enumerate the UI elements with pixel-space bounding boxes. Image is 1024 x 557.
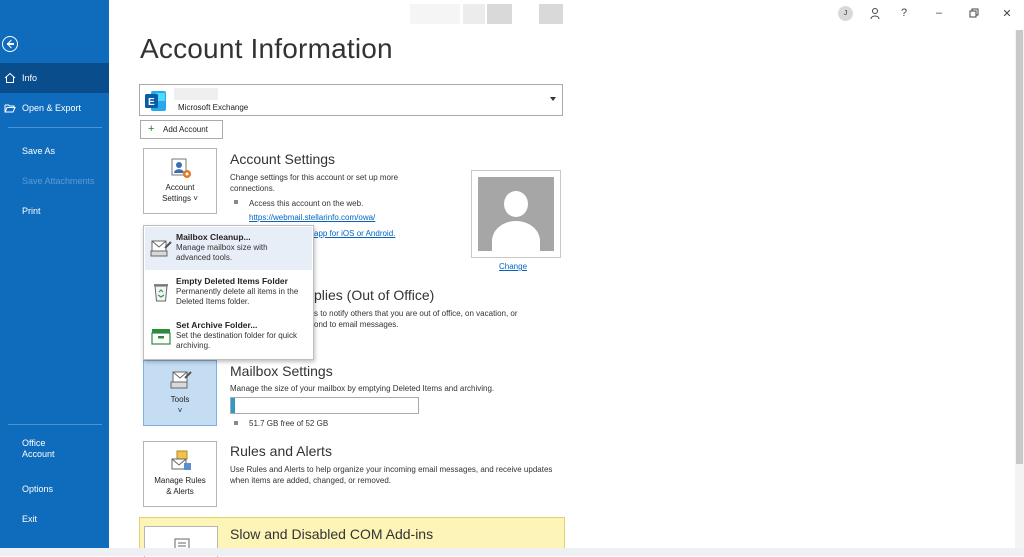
mailbox-quota-bar	[230, 397, 419, 414]
account-settings-label: Account Settings ˅	[162, 183, 198, 203]
plus-icon: +	[148, 123, 155, 135]
com-addins-heading: Slow and Disabled COM Add-ins	[230, 526, 434, 542]
redacted-title	[487, 4, 512, 24]
archive-folder-icon	[151, 329, 171, 345]
nav-save-attachments: Save Attachments	[0, 166, 109, 196]
nav-exit[interactable]: Exit	[0, 504, 109, 534]
mailbox-settings-heading: Mailbox Settings	[230, 363, 333, 379]
owa-link[interactable]: https://webmail.stellarinfo.com/owa/	[249, 212, 375, 223]
menu-item-set-archive[interactable]: Set Archive Folder... Set the destinatio…	[145, 315, 312, 358]
auto-replies-heading: plies (Out of Office)	[314, 287, 435, 303]
redacted-title	[539, 4, 563, 24]
tools-menu: Mailbox Cleanup... Manage mailbox size w…	[143, 225, 314, 360]
redacted-title	[463, 4, 485, 24]
user-avatar[interactable]: J	[838, 6, 853, 21]
manage-rules-label: Manage Rules & Alerts	[154, 476, 206, 496]
nav-print[interactable]: Print	[0, 196, 109, 226]
backstage-sidebar: Info Open & Export Save As Save Attachme…	[0, 0, 109, 556]
auto-replies-description-2: ond to email messages.	[314, 320, 399, 329]
account-settings-heading: Account Settings	[230, 151, 336, 167]
nav-info[interactable]: Info	[0, 63, 109, 93]
nav-exit-label: Exit	[22, 514, 38, 524]
menu-item-title: Set Archive Folder...	[176, 320, 258, 330]
mailbox-quota-fill	[231, 398, 235, 413]
menu-item-description: Manage mailbox size with advanced tools.	[176, 243, 268, 262]
account-settings-description: Change settings for this account or set …	[230, 173, 399, 193]
nav-save-as[interactable]: Save As	[0, 136, 109, 166]
bullet	[234, 200, 238, 204]
nav-office-account-label: Office Account	[22, 438, 55, 459]
rules-alerts-icon	[171, 450, 191, 470]
page-title: Account Information	[140, 33, 393, 64]
web-access-text: Access this account on the web.	[249, 199, 364, 208]
tools-button[interactable]: Tools ˅	[143, 360, 217, 426]
minimize-button[interactable]: –	[928, 4, 950, 22]
person-placeholder-icon	[478, 177, 554, 251]
menu-item-description: Permanently delete all items in the Dele…	[176, 287, 299, 306]
exchange-icon: E	[145, 91, 166, 111]
menu-item-title: Mailbox Cleanup...	[176, 232, 251, 242]
folder-open-icon	[4, 104, 16, 113]
manage-rules-button[interactable]: Manage Rules & Alerts	[143, 441, 217, 507]
back-arrow-icon[interactable]	[2, 36, 18, 52]
chevron-down-icon	[550, 97, 556, 101]
close-button[interactable]: ✕	[996, 4, 1018, 22]
divider	[8, 127, 102, 128]
nav-open-export-label: Open & Export	[22, 103, 82, 113]
mailbox-free-space: 51.7 GB free of 52 GB	[249, 419, 329, 428]
tools-icon	[170, 371, 192, 389]
menu-item-title: Empty Deleted Items Folder	[176, 276, 288, 286]
nav-print-label: Print	[22, 206, 41, 216]
menu-item-mailbox-cleanup[interactable]: Mailbox Cleanup... Manage mailbox size w…	[145, 227, 312, 270]
redacted-title	[410, 4, 460, 24]
recycle-bin-icon	[154, 284, 168, 302]
change-photo-link[interactable]: Change	[499, 262, 527, 271]
help-button[interactable]: ?	[893, 4, 915, 22]
nav-save-as-label: Save As	[22, 146, 56, 156]
add-account-label: Add Account	[163, 125, 208, 134]
mailbox-settings-description: Manage the size of your mailbox by empty…	[230, 384, 495, 393]
account-type: Microsoft Exchange	[178, 103, 249, 112]
account-settings-button[interactable]: Account Settings ˅	[143, 148, 217, 214]
scrollbar-thumb[interactable]	[1016, 30, 1023, 464]
profile-photo	[471, 170, 561, 258]
account-selector[interactable]: E Microsoft Exchange	[139, 84, 563, 116]
nav-info-label: Info	[22, 73, 38, 83]
menu-item-description: Set the destination folder for quick arc…	[176, 331, 297, 350]
home-icon	[4, 72, 16, 83]
restore-button[interactable]	[963, 4, 985, 22]
rules-alerts-heading: Rules and Alerts	[230, 443, 332, 459]
divider	[8, 424, 102, 425]
menu-item-empty-deleted[interactable]: Empty Deleted Items Folder Permanently d…	[145, 271, 312, 314]
rules-alerts-description: Use Rules and Alerts to help organize yo…	[230, 465, 553, 485]
nav-options[interactable]: Options	[0, 474, 109, 504]
nav-options-label: Options	[22, 484, 54, 494]
nav-save-attachments-label: Save Attachments	[22, 176, 95, 186]
bullet	[234, 421, 238, 425]
nav-open-export[interactable]: Open & Export	[0, 93, 109, 123]
mobile-app-link[interactable]: app for iOS or Android.	[314, 228, 395, 239]
account-email-redacted	[174, 88, 218, 100]
coauthoring-icon[interactable]	[864, 4, 886, 22]
taskbar-edge	[0, 548, 1024, 556]
restore-icon	[969, 8, 979, 18]
svg-text:E: E	[148, 97, 155, 108]
auto-replies-description: s to notify others that you are out of o…	[314, 309, 518, 318]
mailbox-cleanup-icon	[150, 240, 172, 257]
nav-office-account[interactable]: Office Account	[0, 438, 109, 466]
add-account-button[interactable]: + Add Account	[140, 120, 223, 139]
account-settings-icon	[171, 158, 191, 178]
tools-label: Tools ˅	[170, 395, 190, 415]
